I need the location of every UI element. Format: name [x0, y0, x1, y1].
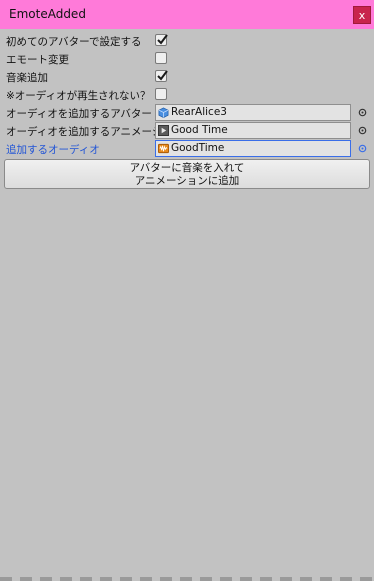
window-titlebar: EmoteAdded x	[0, 0, 374, 29]
audio-field-row: 追加するオーディオ GoodTime	[0, 140, 374, 158]
animation-object-field[interactable]: Good Time	[155, 122, 351, 139]
add-music-button[interactable]: アバターに音楽を入れて アニメーションに追加	[4, 159, 370, 189]
first-avatar-label: 初めてのアバターで設定する	[6, 36, 142, 48]
audio-not-playing-label: ※オーディオが再生されない？	[6, 90, 151, 102]
window-title: EmoteAdded	[9, 7, 86, 21]
animation-field-row: オーディオを追加するアニメーション Good Time	[0, 122, 374, 140]
cube-icon	[158, 107, 169, 118]
first-avatar-row: 初めてのアバターで設定する	[0, 32, 374, 50]
close-button[interactable]: x	[353, 6, 371, 24]
object-picker-icon[interactable]	[358, 108, 367, 117]
music-add-checkbox[interactable]	[155, 70, 168, 82]
avatar-field-row: オーディオを追加するアバター RearAlice3	[0, 104, 374, 122]
emote-change-checkbox[interactable]	[155, 52, 167, 64]
checkmark-icon	[157, 70, 168, 81]
emote-change-row: エモート変更	[0, 50, 374, 68]
add-music-button-line1: アバターに音楽を入れて	[129, 162, 245, 174]
avatar-field-label: オーディオを追加するアバター	[6, 108, 152, 120]
object-picker-icon[interactable]	[358, 126, 367, 135]
animation-clip-icon	[158, 125, 169, 136]
audio-not-playing-row: ※オーディオが再生されない？	[0, 86, 374, 104]
music-add-row: 音楽追加	[0, 68, 374, 86]
audio-field-label: 追加するオーディオ	[6, 144, 100, 156]
audio-field-value: GoodTime	[171, 142, 225, 154]
first-avatar-checkbox[interactable]	[155, 34, 168, 46]
audio-clip-icon	[158, 143, 169, 154]
audio-not-playing-checkbox[interactable]	[155, 88, 167, 100]
emote-change-label: エモート変更	[6, 54, 69, 66]
add-music-button-line2: アニメーションに追加	[134, 175, 240, 187]
animation-field-value: Good Time	[171, 124, 228, 136]
object-picker-icon[interactable]	[358, 144, 367, 153]
avatar-field-value: RearAlice3	[171, 106, 227, 118]
checkmark-icon	[157, 34, 168, 45]
audio-object-field[interactable]: GoodTime	[155, 140, 351, 157]
avatar-object-field[interactable]: RearAlice3	[155, 104, 351, 121]
bottom-edge-strip	[0, 577, 374, 581]
music-add-label: 音楽追加	[6, 72, 48, 84]
